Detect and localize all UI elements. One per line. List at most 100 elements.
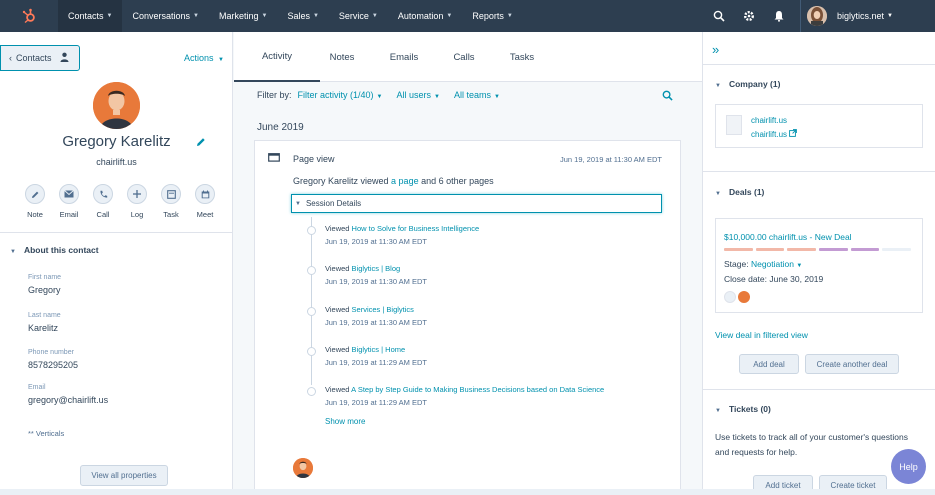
task-icon <box>161 184 181 204</box>
property-value: gregory@chairlift.us <box>28 395 109 405</box>
view-deal-link[interactable]: View deal in filtered view <box>715 330 808 340</box>
view-all-properties-button[interactable]: View all properties <box>80 465 168 486</box>
viewed-prefix: Viewed <box>325 304 352 314</box>
search-icon[interactable] <box>662 90 673 103</box>
show-more-link[interactable]: Show more <box>325 417 365 426</box>
property-value: 8578295205 <box>28 360 79 370</box>
person-icon <box>60 52 69 64</box>
nav-item-service[interactable]: Service ▼ <box>329 0 388 32</box>
search-icon[interactable] <box>704 0 734 32</box>
bell-icon[interactable] <box>764 0 794 32</box>
session-details-toggle[interactable]: ▼ Session Details <box>291 194 662 213</box>
nav-item-reports[interactable]: Reports ▼ <box>462 0 522 32</box>
actions-dropdown[interactable]: Actions ▼ <box>184 53 224 63</box>
stage-dropdown[interactable]: Negotiation ▼ <box>751 259 802 269</box>
contact-property[interactable]: Phone number 8578295205 <box>28 349 78 370</box>
tab-activity[interactable]: Activity <box>234 32 320 82</box>
viewed-page-link[interactable]: How to Solve for Business Intelligence <box>352 224 480 233</box>
filter-dropdown[interactable]: All users ▼ <box>397 90 440 100</box>
nav-item-label: Sales <box>287 11 310 21</box>
quick-action-label: Log <box>130 210 144 219</box>
deal-stage: Stage: Negotiation ▼ <box>724 259 802 269</box>
phone-icon <box>93 184 113 204</box>
contact-property[interactable]: Email gregory@chairlift.us <box>28 384 108 405</box>
summary-page-link[interactable]: a page <box>391 176 419 186</box>
add-deal-button[interactable]: Add deal <box>739 354 799 374</box>
contact-property[interactable]: First name Gregory <box>28 274 61 295</box>
deals-section-toggle[interactable]: ▼ Deals (1) <box>715 187 764 197</box>
gear-icon[interactable] <box>734 0 764 32</box>
filter-dropdown[interactable]: Filter activity (1/40) ▼ <box>298 90 383 100</box>
tab-label: Emails <box>389 51 419 63</box>
activity-tabs: Activity Notes Emails Calls Tasks <box>234 32 702 82</box>
task-action-button[interactable]: Task <box>156 184 186 219</box>
tab-calls[interactable]: Calls <box>444 32 484 82</box>
call-action-button[interactable]: Call <box>88 184 118 219</box>
timeline-dot-icon <box>307 306 316 316</box>
deal-owners <box>724 291 752 303</box>
viewed-page-link[interactable]: Biglytics | Home <box>352 345 406 354</box>
property-value: Karelitz <box>28 323 59 333</box>
back-label: Contacts <box>16 53 52 63</box>
deal-stage-progress <box>724 248 914 251</box>
nav-item-automation[interactable]: Automation ▼ <box>388 0 462 32</box>
nav-item-sales[interactable]: Sales ▼ <box>277 0 328 32</box>
create-deal-button[interactable]: Create another deal <box>805 354 899 374</box>
nav-menu: Contacts ▼ Conversations ▼ Marketing ▼ Sales ▼ S… <box>58 0 523 32</box>
contact-avatar-small <box>293 458 313 478</box>
timeline-line <box>311 217 312 385</box>
chevron-down-icon: ▼ <box>10 249 16 255</box>
note-icon <box>25 184 45 204</box>
viewed-page-link[interactable]: Services | Biglytics <box>352 305 414 314</box>
stage-label: Stage: <box>724 259 749 269</box>
contact-property[interactable]: Last name Karelitz <box>28 312 61 333</box>
tab-emails[interactable]: Emails <box>364 32 444 82</box>
company-section-toggle[interactable]: ▼ Company (1) <box>715 79 780 89</box>
about-header-label: About this contact <box>23 245 99 255</box>
chevron-down-icon: ▼ <box>376 94 383 100</box>
property-value: Gregory <box>28 285 61 295</box>
hubspot-logo-icon[interactable] <box>0 0 58 32</box>
nav-item-conversations[interactable]: Conversations ▼ <box>122 0 208 32</box>
verticals-property: ** Verticals <box>28 429 65 438</box>
quick-action-label: Call <box>96 210 110 219</box>
tab-label: Tasks <box>509 51 535 63</box>
timeline-dot-icon <box>307 387 316 397</box>
nav-separator <box>800 0 802 32</box>
divider <box>703 389 935 390</box>
timeline-text: Viewed Services | Biglytics <box>325 305 414 314</box>
nav-item-marketing[interactable]: Marketing ▼ <box>209 0 277 32</box>
nav-item-contacts[interactable]: Contacts ▼ <box>58 0 123 32</box>
viewed-page-link[interactable]: A Step by Step Guide to Making Business … <box>351 385 604 394</box>
chevron-down-icon: ▼ <box>106 13 113 19</box>
filter-row: Filter by: Filter activity (1/40) ▼ All us… <box>257 90 677 100</box>
about-section-toggle[interactable]: ▼ About this contact <box>10 245 99 255</box>
company-domain-link[interactable]: chairlift.us <box>751 129 798 139</box>
quick-action-label: Note <box>27 210 43 219</box>
meet-action-button[interactable]: Meet <box>190 184 220 219</box>
deal-name-link[interactable]: $10,000.00 chairlift.us - New Deal <box>724 232 852 242</box>
company-name-link[interactable]: chairlift.us <box>751 116 787 125</box>
account-menu[interactable]: biglytics.net ▼ <box>807 6 935 26</box>
card-date: Jun 19, 2019 at 11:30 AM EDT <box>560 155 663 164</box>
stage-segment <box>819 248 848 251</box>
filter-dropdown[interactable]: All teams ▼ <box>454 90 500 100</box>
help-button[interactable]: Help <box>891 449 926 484</box>
timeline-text: Viewed Biglytics | Blog <box>325 264 400 273</box>
double-chevron-right-icon[interactable]: » <box>712 42 719 57</box>
email-action-button[interactable]: Email <box>54 184 84 219</box>
timeline-time: Jun 19, 2019 at 11:29 AM EDT <box>325 398 428 408</box>
chevron-down-icon: ▼ <box>715 191 721 197</box>
pencil-icon[interactable] <box>196 137 206 149</box>
tab-tasks[interactable]: Tasks <box>484 32 560 82</box>
back-to-contacts-button[interactable]: ‹ Contacts <box>0 45 80 71</box>
chevron-down-icon: ▼ <box>295 200 301 207</box>
tab-notes[interactable]: Notes <box>320 32 364 82</box>
log-action-button[interactable]: Log <box>122 184 152 219</box>
note-action-button[interactable]: Note <box>20 184 50 219</box>
tickets-section-toggle[interactable]: ▼ Tickets (0) <box>715 404 771 414</box>
viewed-page-link[interactable]: Biglytics | Blog <box>352 264 401 273</box>
nav-item-label: Contacts <box>68 11 104 21</box>
viewed-prefix: Viewed <box>325 385 352 395</box>
timeline-time: Jun 19, 2019 at 11:29 AM EDT <box>325 357 428 367</box>
